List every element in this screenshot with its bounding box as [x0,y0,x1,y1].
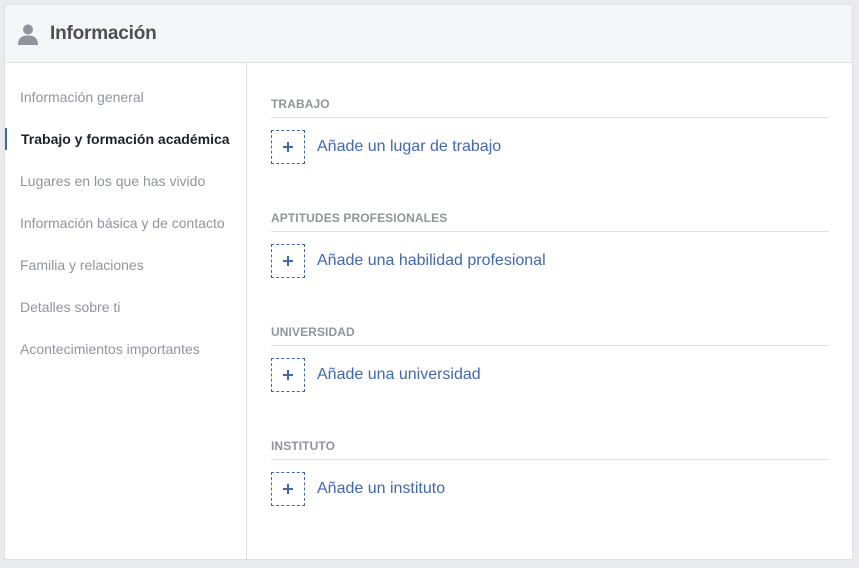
add-high-school-label[interactable]: Añade un instituto [317,480,445,498]
sidebar-item-overview[interactable]: Información general [5,76,246,118]
section-high-school: INSTITUTO Añade un instituto [271,439,829,506]
card-header: Información [5,5,852,63]
add-university-label[interactable]: Añade una universidad [317,366,481,384]
plus-icon[interactable] [271,358,305,392]
user-silhouette-icon [17,22,41,46]
section-university: UNIVERSIDAD Añade una universidad [271,325,829,392]
section-title: APTITUDES PROFESIONALES [271,211,829,232]
section-professional-skills: APTITUDES PROFESIONALES Añade una habili… [271,211,829,278]
plus-icon[interactable] [271,130,305,164]
sidebar-item-contact-basic-info[interactable]: Información básica y de contacto [5,202,246,244]
add-skill-label[interactable]: Añade una habilidad profesional [317,252,546,270]
sidebar-item-work-education[interactable]: Trabajo y formación académica [5,118,246,160]
sidebar-item-details-about-you[interactable]: Detalles sobre ti [5,286,246,328]
sidebar-item-family-relationships[interactable]: Familia y relaciones [5,244,246,286]
plus-icon[interactable] [271,244,305,278]
about-card: Información Información general Trabajo … [4,4,853,560]
section-work: TRABAJO Añade un lugar de trabajo [271,97,829,164]
section-title: UNIVERSIDAD [271,325,829,346]
main-content: TRABAJO Añade un lugar de trabajo APTITU… [247,63,852,559]
sidebar-item-life-events[interactable]: Acontecimientos importantes [5,328,246,370]
section-title: TRABAJO [271,97,829,118]
add-university-button[interactable]: Añade una universidad [271,358,829,392]
sidebar-item-places-lived[interactable]: Lugares en los que has vivido [5,160,246,202]
add-high-school-button[interactable]: Añade un instituto [271,472,829,506]
add-workplace-label[interactable]: Añade un lugar de trabajo [317,138,501,156]
plus-icon[interactable] [271,472,305,506]
sidebar-nav: Información general Trabajo y formación … [5,63,247,559]
page-title: Información [50,22,157,44]
add-skill-button[interactable]: Añade una habilidad profesional [271,244,829,278]
section-title: INSTITUTO [271,439,829,460]
add-workplace-button[interactable]: Añade un lugar de trabajo [271,130,829,164]
